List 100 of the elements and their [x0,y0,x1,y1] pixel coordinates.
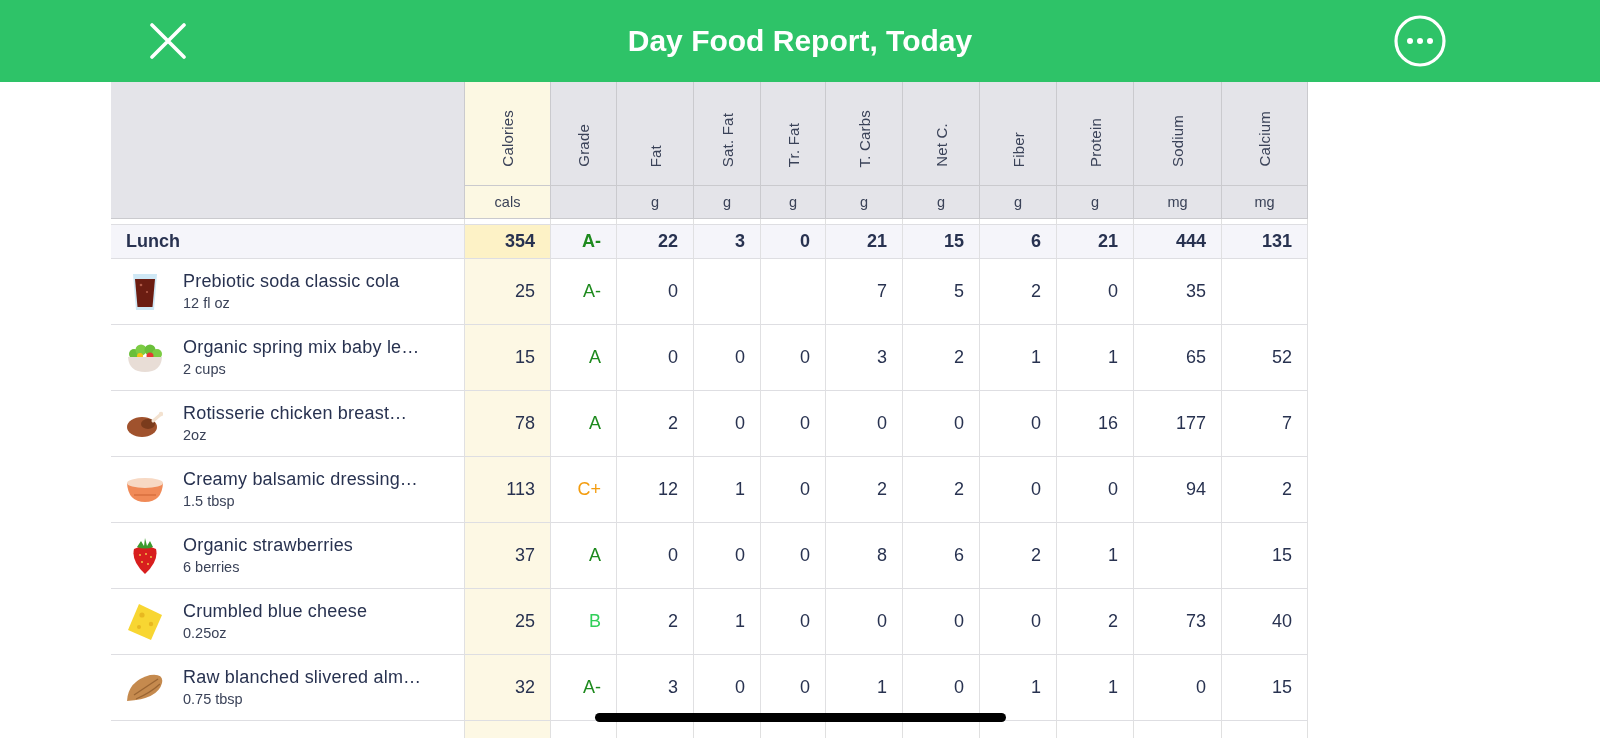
nutrient-cell: 0 [1057,259,1134,325]
nutrient-cell: 0 [761,457,826,523]
nutrient-cell: 0 [903,391,980,457]
grade-cell: A- [551,259,617,325]
nutrient-cell: 0 [980,589,1057,655]
serving-size: 12 fl oz [183,294,231,311]
unit-label: g [694,186,761,219]
nutrient-cell: 35 [1134,259,1222,325]
nutrient-cell: 0 [826,391,903,457]
nutrient-cell: 65 [1134,325,1222,391]
nutrient-cell: 8 [826,523,903,589]
nutrient-cell: 2 [617,589,694,655]
nutrient-cell: 52 [1222,325,1308,391]
nutrient-cell: 0 [761,523,826,589]
nutrient-cell: 1 [980,325,1057,391]
serving-size: 2 cups [183,360,227,377]
serving-size: 6 berries [183,558,241,575]
calories-cell: 15 [465,325,551,391]
column-header: Calcium [1222,82,1308,186]
more-icon [1394,15,1446,67]
unit-label: g [617,186,694,219]
nutrient-cell: 1 [1057,523,1134,589]
calories-cell: 25 [465,589,551,655]
column-header: Sodium [1134,82,1222,186]
nutrient-cell: 0 [980,391,1057,457]
column-header: T. Carbs [826,82,903,186]
serving-size: 0.25oz [183,624,228,641]
nutrient-cell: 0 [694,523,761,589]
screen-title: Day Food Report, Today [627,24,973,58]
grade-cell: C+ [551,457,617,523]
calories-cell: 78 [465,391,551,457]
nutrient-cell: 3 [826,325,903,391]
meal-name: Lunch [111,224,465,259]
calories-cell: 32 [465,655,551,721]
serving-size: 1.5 tbsp [183,492,236,509]
column-header: Fiber [980,82,1057,186]
food-name[interactable]: Rotisserie chicken breast… [183,402,408,424]
nutrient-cell: 12 [617,457,694,523]
nutrient-cell: 1 [694,457,761,523]
close-icon [150,23,186,59]
nutrient-cell: 21 [1057,224,1134,259]
unit-label: g [903,186,980,219]
nutrient-cell: 0 [903,589,980,655]
unit-label: mg [1134,186,1222,219]
nutrient-cell: 0 [617,325,694,391]
nutrient-cell: 7 [826,259,903,325]
grade-cell: A [551,523,617,589]
food-name[interactable]: Organic spring mix baby le… [183,336,420,358]
nutrient-cell: 1 [1057,655,1134,721]
salad-bowl-icon [127,343,163,372]
unit-label: mg [1222,186,1308,219]
column-header: Tr. Fat [761,82,826,186]
nutrient-cell: 22 [617,224,694,259]
nutrient-cell: 0 [761,224,826,259]
food-name[interactable]: Creamy balsamic dressing… [183,468,419,490]
cola-glass-icon [132,273,158,310]
serving-size: 2oz [183,426,208,443]
column-header: Grade [551,82,617,186]
nutrient-cell: 5 [903,259,980,325]
nutrient-cell: 0 [980,457,1057,523]
nutrient-cell: 2 [980,259,1057,325]
unit-label: g [761,186,826,219]
nutrient-cell: 40 [1222,589,1308,655]
nutrient-cell: 6 [980,224,1057,259]
nutrient-cell: 2 [826,457,903,523]
grade-cell: A- [551,224,617,259]
bowl-icon [126,477,164,502]
nutrient-cell: 444 [1134,224,1222,259]
nutrient-cell: 0 [826,589,903,655]
column-header: Calories [465,82,551,186]
more-button[interactable] [1392,13,1448,69]
nutrient-cell: 1 [1057,325,1134,391]
nutrient-cell: 0 [617,523,694,589]
nutrient-cell: 0 [1134,655,1222,721]
nutrient-cell: 131 [1222,224,1308,259]
unit-label: cals [465,186,551,219]
nutrient-cell: 1 [694,589,761,655]
nutrient-cell: 2 [903,457,980,523]
food-name[interactable]: Raw blanched slivered alm… [183,666,422,688]
strawberry-icon [132,537,158,574]
calories-cell: 37 [465,523,551,589]
nutrient-cell: 2 [1222,457,1308,523]
nutrient-cell: 0 [761,325,826,391]
grade-cell: B [551,589,617,655]
nutrient-cell: 15 [903,224,980,259]
nutrient-cell: 0 [694,325,761,391]
nutrient-cell: 2 [903,325,980,391]
nutrient-cell: 3 [694,224,761,259]
calories-cell: 354 [465,224,551,259]
nutrient-cell: 177 [1134,391,1222,457]
food-name[interactable]: Crumbled blue cheese [183,600,368,622]
grade-cell: A- [551,655,617,721]
food-name[interactable]: Prebiotic soda classic cola [183,270,400,292]
nutrient-cell: 2 [980,523,1057,589]
nutrient-cell: 6 [903,523,980,589]
food-name[interactable]: Organic strawberries [183,534,354,556]
cheese-icon [128,603,162,640]
roast-chicken-icon [127,410,163,437]
nutrient-cell: 94 [1134,457,1222,523]
unit-label: g [980,186,1057,219]
